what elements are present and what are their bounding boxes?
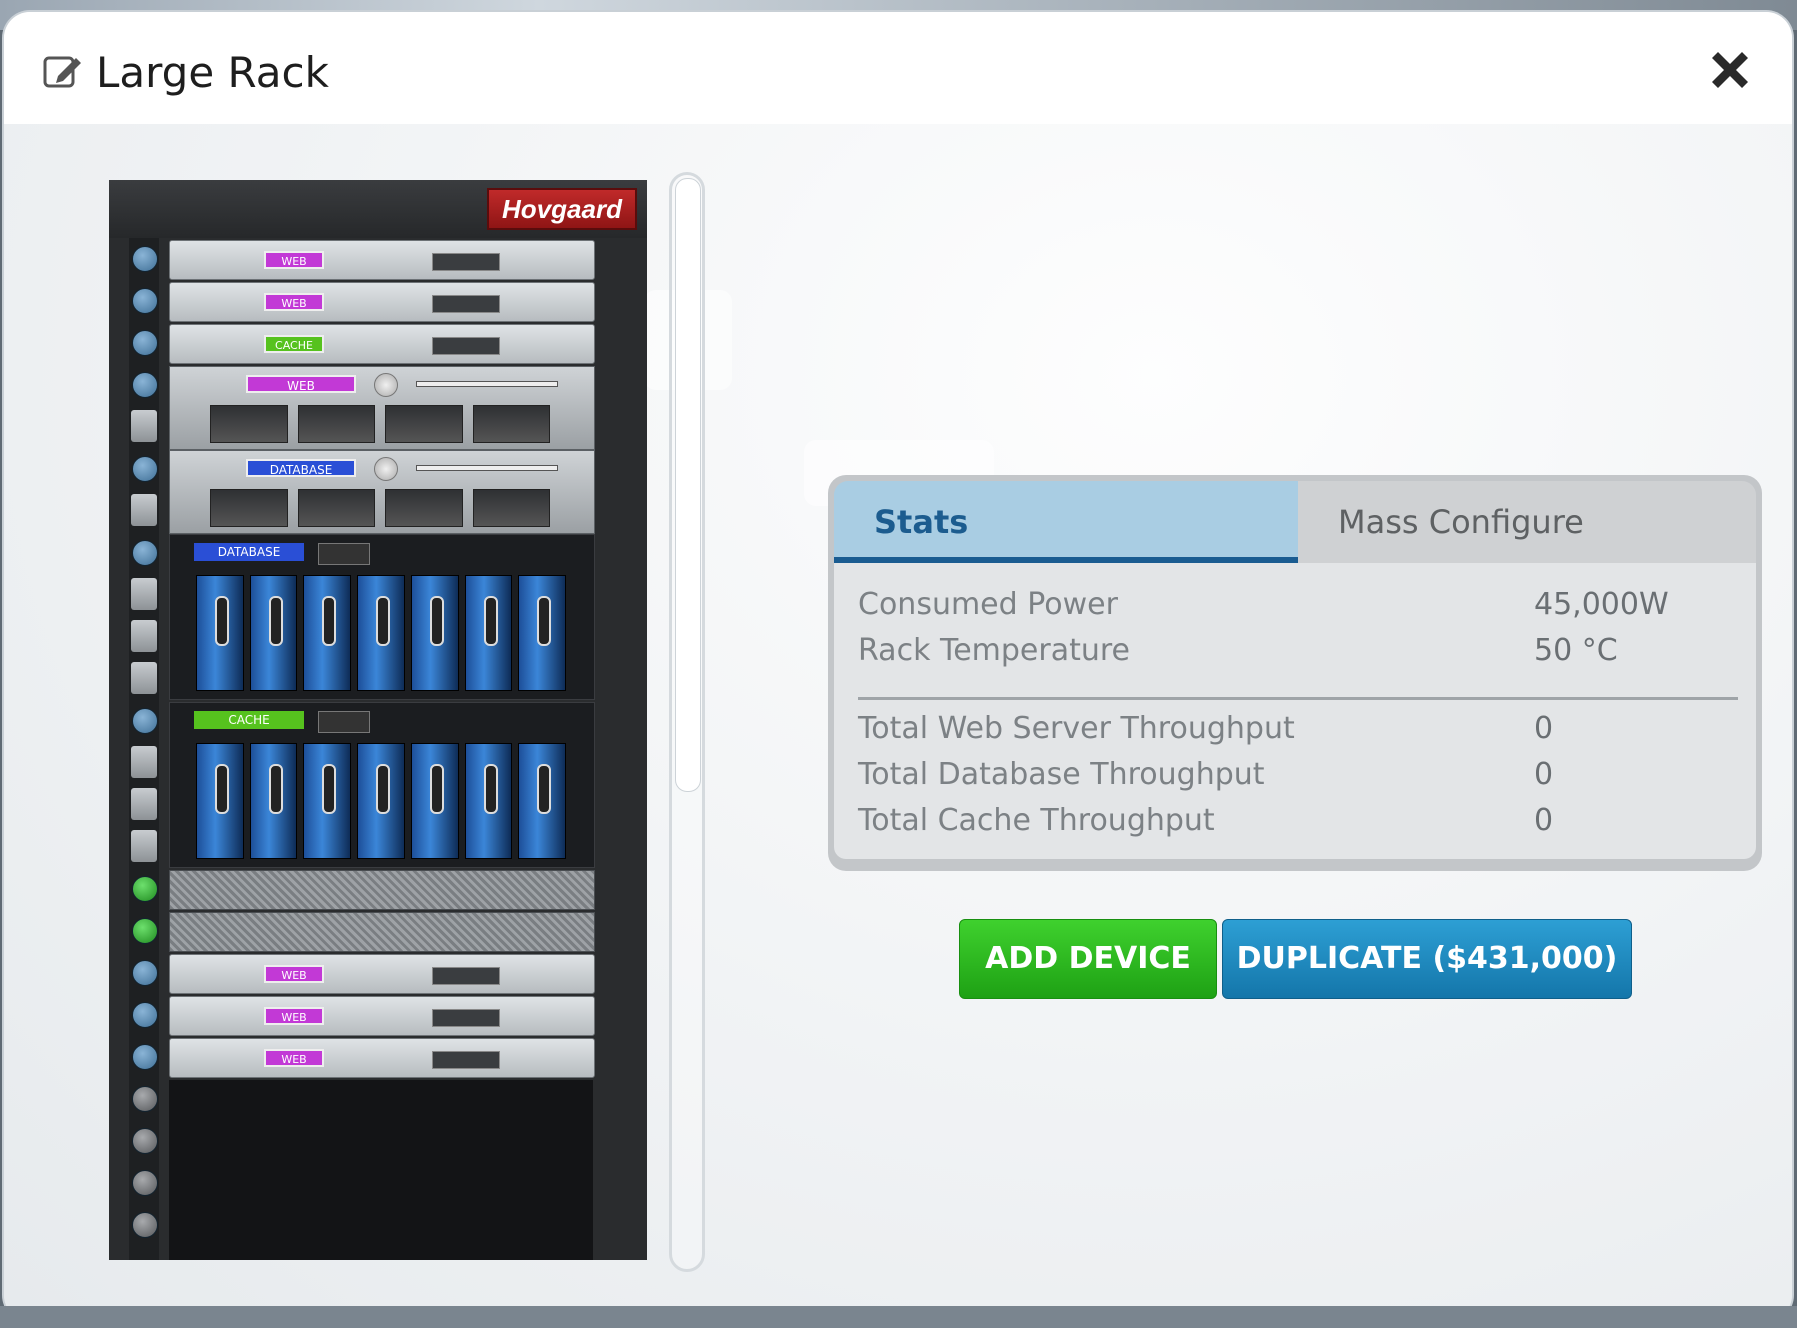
device-label: DATABASE — [246, 459, 356, 477]
stat-value: 0 — [1534, 803, 1554, 838]
device-indicator — [416, 465, 558, 471]
rack-device-database[interactable]: DATABASE — [169, 450, 595, 534]
slot-button[interactable] — [132, 456, 158, 482]
rack-empty-slots[interactable] — [169, 1080, 593, 1260]
device-label: CACHE — [264, 335, 324, 353]
slot-button-empty[interactable] — [132, 1086, 158, 1112]
stat-value: 50 °C — [1534, 633, 1618, 668]
rack-device-cache[interactable]: CACHE — [169, 324, 595, 364]
rack-dialog: Large Rack Hovgaard WEB WEB CACHE WEB DA… — [4, 12, 1792, 1321]
device-label: WEB — [264, 1049, 324, 1067]
device-slot — [432, 295, 500, 313]
device-slot — [432, 967, 500, 985]
rack-vent-panel[interactable] — [169, 870, 595, 910]
dialog-header: Large Rack — [4, 12, 1792, 124]
stat-label: Consumed Power — [858, 587, 1118, 622]
rack-device-web[interactable]: WEB — [169, 282, 595, 322]
stat-value: 0 — [1534, 711, 1554, 746]
stat-label: Rack Temperature — [858, 633, 1131, 668]
tab-mass-configure[interactable]: Mass Configure — [1298, 481, 1756, 563]
stat-database-throughput: Total Database Throughput 0 — [858, 757, 1738, 797]
rack-view: Hovgaard WEB WEB CACHE WEB DATABASE DATA… — [109, 180, 647, 1260]
dialog-title: Large Rack — [96, 48, 329, 97]
device-slot — [432, 337, 500, 355]
rack-vent-panel[interactable] — [169, 912, 595, 952]
device-slot — [432, 1009, 500, 1027]
edit-icon[interactable] — [42, 50, 86, 94]
slot-button[interactable] — [132, 246, 158, 272]
device-label: WEB — [264, 965, 324, 983]
stats-body: Consumed Power 45,000W Rack Temperature … — [834, 563, 1756, 859]
slot-plate — [131, 578, 157, 610]
rack-device-web[interactable]: WEB — [169, 366, 595, 450]
stat-consumed-power: Consumed Power 45,000W — [858, 587, 1738, 627]
stat-label: Total Web Server Throughput — [858, 711, 1295, 746]
power-knob — [374, 373, 398, 397]
rack-device-web[interactable]: WEB — [169, 954, 595, 994]
slot-plate — [131, 620, 157, 652]
device-label: WEB — [246, 375, 356, 393]
stat-value: 45,000W — [1534, 587, 1669, 622]
stat-label: Total Cache Throughput — [858, 803, 1215, 838]
slot-button[interactable] — [132, 708, 158, 734]
rack-device-web[interactable]: WEB — [169, 1038, 595, 1078]
drive-bays — [210, 489, 550, 527]
device-slot — [432, 253, 500, 271]
slot-plate — [131, 746, 157, 778]
stat-rack-temperature: Rack Temperature 50 °C — [858, 633, 1738, 673]
device-label: DATABASE — [194, 543, 304, 561]
duplicate-button[interactable]: DUPLICATE ($431,000) — [1222, 919, 1632, 999]
device-label: WEB — [264, 1007, 324, 1025]
tab-stats[interactable]: Stats — [834, 481, 1298, 563]
stats-divider — [858, 697, 1738, 700]
panel-tabs: Stats Mass Configure — [834, 481, 1756, 563]
slot-plate — [131, 662, 157, 694]
power-knob — [374, 457, 398, 481]
stats-panel: Stats Mass Configure Consumed Power 45,0… — [828, 475, 1762, 871]
background-footer — [0, 1306, 1797, 1328]
slot-button[interactable] — [132, 288, 158, 314]
device-panel — [318, 543, 370, 565]
rack-device-web[interactable]: WEB — [169, 240, 595, 280]
slot-button[interactable] — [132, 918, 158, 944]
stat-cache-throughput: Total Cache Throughput 0 — [858, 803, 1738, 843]
slot-button-empty[interactable] — [132, 1212, 158, 1238]
rack-device-database[interactable]: DATABASE — [169, 534, 595, 700]
slot-button[interactable] — [132, 372, 158, 398]
device-indicator — [416, 381, 558, 387]
slot-button[interactable] — [132, 1044, 158, 1070]
device-label: CACHE — [194, 711, 304, 729]
slot-plate — [131, 788, 157, 820]
drive-bays — [210, 405, 550, 443]
drive-bays — [196, 743, 567, 859]
device-label: WEB — [264, 251, 324, 269]
slot-button[interactable] — [132, 876, 158, 902]
rack-device-cache[interactable]: CACHE — [169, 702, 595, 868]
slot-button[interactable] — [132, 330, 158, 356]
rack-scrollbar[interactable] — [669, 172, 705, 1272]
add-device-button[interactable]: ADD DEVICE — [959, 919, 1217, 999]
device-panel — [318, 711, 370, 733]
stat-value: 0 — [1534, 757, 1554, 792]
slot-plate — [131, 830, 157, 862]
slot-button-empty[interactable] — [132, 1128, 158, 1154]
slot-plate — [131, 410, 157, 442]
rack-rail — [129, 238, 159, 1260]
slot-plate — [131, 494, 157, 526]
close-icon[interactable] — [1704, 44, 1756, 96]
stat-label: Total Database Throughput — [858, 757, 1265, 792]
scrollbar-thumb[interactable] — [675, 178, 701, 792]
drive-bays — [196, 575, 567, 691]
slot-button[interactable] — [132, 960, 158, 986]
device-label: WEB — [264, 293, 324, 311]
rack-brand-logo: Hovgaard — [487, 188, 637, 230]
slot-button[interactable] — [132, 1002, 158, 1028]
slot-button-empty[interactable] — [132, 1170, 158, 1196]
rack-device-web[interactable]: WEB — [169, 996, 595, 1036]
stat-web-throughput: Total Web Server Throughput 0 — [858, 711, 1738, 751]
slot-button[interactable] — [132, 540, 158, 566]
device-slot — [432, 1051, 500, 1069]
